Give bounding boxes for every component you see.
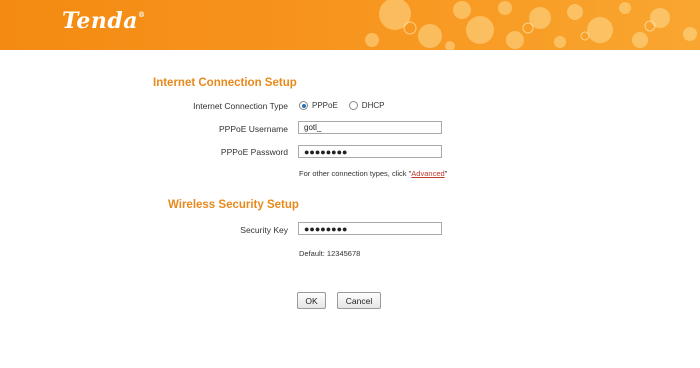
pppoe-username-field[interactable]: gotl_	[298, 121, 442, 134]
pppoe-password-label: PPPoE Password	[220, 147, 288, 157]
pppoe-password-field[interactable]: ●●●●●●●●	[298, 145, 442, 158]
security-key-field[interactable]: ●●●●●●●●	[298, 222, 442, 235]
internet-setup-title: Internet Connection Setup	[153, 77, 297, 89]
wireless-setup-title: Wireless Security Setup	[168, 199, 299, 211]
cancel-button[interactable]: Cancel	[337, 292, 381, 309]
connection-type-label: Internet Connection Type	[193, 101, 288, 111]
dhcp-radio[interactable]	[348, 101, 358, 110]
header-bar: Tenda®	[0, 0, 700, 50]
advanced-hint-suffix: "	[444, 169, 448, 178]
advanced-link[interactable]: Advanced	[411, 169, 444, 178]
ok-button[interactable]: OK	[297, 292, 326, 309]
pppoe-username-label: PPPoE Username	[219, 124, 288, 134]
connection-type-radios: PPPoE DHCP	[299, 101, 384, 110]
pppoe-radio[interactable]	[299, 101, 308, 110]
tenda-logo: Tenda®	[62, 8, 146, 34]
dhcp-radio-label[interactable]: DHCP	[362, 101, 385, 110]
security-key-label: Security Key	[240, 225, 288, 235]
advanced-hint: For other connection types, click "Advan…	[299, 169, 447, 178]
pppoe-radio-label[interactable]: PPPoE	[312, 101, 338, 110]
advanced-hint-prefix: For other connection types, click "	[299, 169, 412, 178]
default-key-text: Default: 12345678	[299, 249, 361, 258]
